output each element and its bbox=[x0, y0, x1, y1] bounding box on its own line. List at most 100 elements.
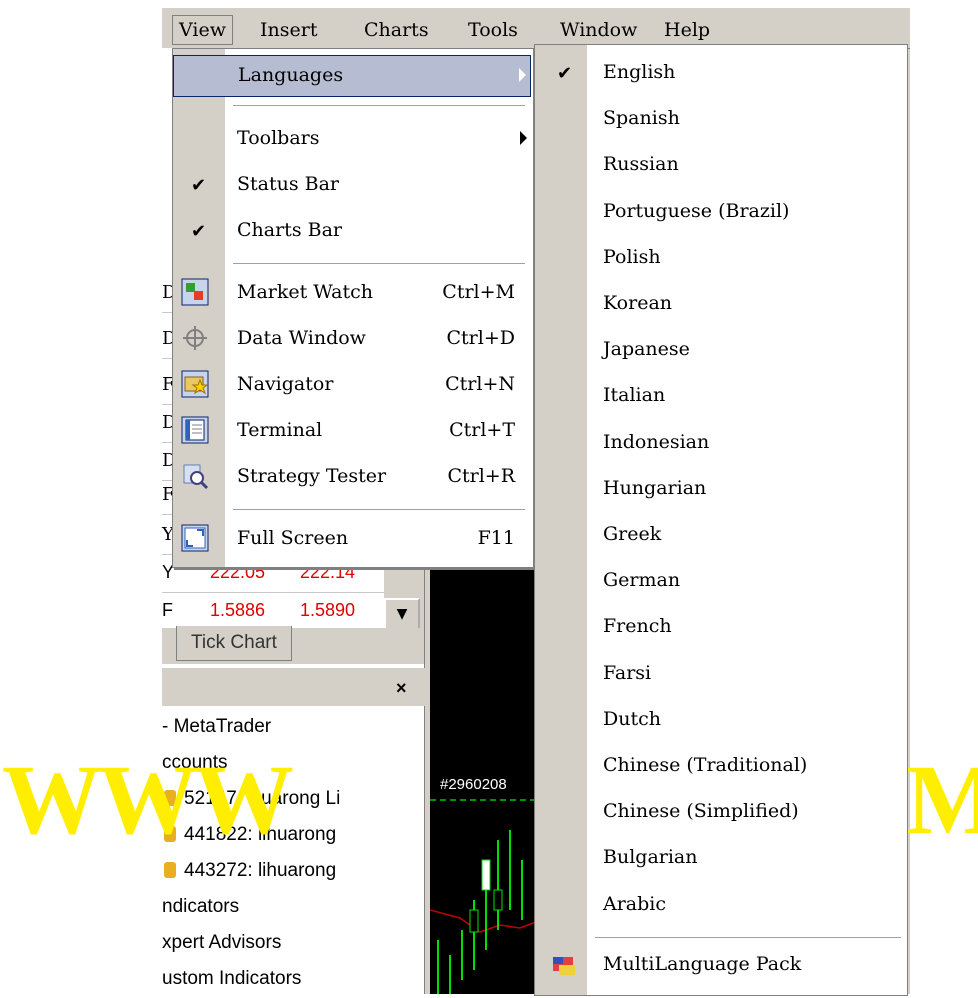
menu-item-terminal[interactable]: Terminal Ctrl+T bbox=[173, 411, 531, 451]
menu-item-language[interactable]: French bbox=[535, 609, 905, 649]
menu-separator bbox=[233, 263, 525, 265]
menu-item-language[interactable]: Arabic bbox=[535, 887, 905, 927]
menu-separator bbox=[233, 509, 525, 511]
menu-separator bbox=[595, 937, 901, 939]
menu-tools[interactable]: Tools bbox=[462, 16, 524, 44]
menu-item-label: Arabic bbox=[603, 892, 667, 915]
menu-item-label: Full Screen bbox=[237, 527, 349, 549]
menu-item-market-watch[interactable]: Market Watch Ctrl+M bbox=[173, 273, 531, 313]
menu-item-label: German bbox=[603, 569, 681, 592]
menu-item-shortcut: Ctrl+D bbox=[446, 327, 516, 349]
menu-item-languages[interactable]: Languages bbox=[173, 55, 531, 97]
menu-item-language[interactable]: ✔ English bbox=[535, 55, 905, 95]
menu-item-language[interactable]: Indonesian bbox=[535, 425, 905, 465]
crosshair-icon bbox=[183, 326, 207, 350]
menu-item-language[interactable]: Chinese (Traditional) bbox=[535, 748, 905, 788]
menu-item-language[interactable]: Chinese (Simplified) bbox=[535, 794, 905, 834]
menu-item-label: Korean bbox=[603, 292, 673, 314]
menu-item-multilanguage-pack[interactable]: MultiLanguage Pack bbox=[535, 947, 905, 987]
menu-item-label: Navigator bbox=[237, 373, 334, 395]
menu-item-label: Dutch bbox=[603, 707, 661, 730]
menu-item-label: Polish bbox=[603, 245, 661, 268]
menu-item-strategy-tester[interactable]: Strategy Tester Ctrl+R bbox=[173, 457, 531, 497]
menu-item-language[interactable]: Spanish bbox=[535, 101, 905, 141]
menu-help[interactable]: Help bbox=[658, 16, 716, 44]
menu-item-label: Strategy Tester bbox=[237, 465, 387, 487]
menu-item-shortcut: Ctrl+N bbox=[445, 373, 515, 395]
menu-item-label: MultiLanguage Pack bbox=[603, 953, 802, 975]
menu-item-status-bar[interactable]: ✔ Status Bar bbox=[173, 165, 531, 205]
menu-item-label: Chinese (Traditional) bbox=[603, 754, 808, 776]
navigator-root[interactable]: - MetaTrader bbox=[162, 716, 271, 738]
menu-item-language[interactable]: Russian bbox=[535, 147, 905, 187]
menu-item-label: Farsi bbox=[603, 661, 652, 684]
menu-item-label: Terminal bbox=[237, 419, 323, 441]
menu-item-language[interactable]: Korean bbox=[535, 286, 905, 326]
menu-item-shortcut: Ctrl+R bbox=[447, 465, 515, 487]
menu-item-label: French bbox=[603, 615, 672, 638]
menu-item-language[interactable]: Portuguese (Brazil) bbox=[535, 194, 905, 234]
tab-tick-chart[interactable]: Tick Chart bbox=[176, 626, 292, 661]
menu-item-label: Russian bbox=[603, 153, 679, 176]
menu-item-label: Japanese bbox=[603, 338, 690, 361]
menu-item-charts-bar[interactable]: ✔ Charts Bar bbox=[173, 211, 531, 251]
menu-insert[interactable]: Insert bbox=[254, 16, 323, 44]
menu-item-label: Bulgarian bbox=[603, 846, 698, 869]
navigator-custom-indicators[interactable]: ustom Indicators bbox=[162, 968, 301, 990]
menu-item-label: Portuguese (Brazil) bbox=[603, 199, 790, 222]
submenu-arrow-icon bbox=[520, 131, 527, 145]
close-icon[interactable]: × bbox=[396, 678, 416, 702]
menu-charts[interactable]: Charts bbox=[358, 16, 435, 44]
menu-item-language[interactable]: Dutch bbox=[535, 702, 905, 742]
menu-item-shortcut: F11 bbox=[477, 527, 515, 549]
fullscreen-icon bbox=[181, 524, 209, 552]
symbol: F bbox=[162, 600, 173, 620]
menu-item-full-screen[interactable]: Full Screen F11 bbox=[173, 519, 531, 559]
menu-item-label: Spanish bbox=[603, 107, 680, 130]
bid-price: 1.5886 bbox=[210, 600, 266, 620]
navigator-indicators[interactable]: ndicators bbox=[162, 896, 239, 918]
chart-order-label: #2960208 bbox=[440, 776, 507, 793]
menu-item-label: Market Watch bbox=[237, 281, 374, 303]
menu-item-language[interactable]: Farsi bbox=[535, 656, 905, 696]
checkmark-icon: ✔ bbox=[191, 175, 207, 196]
menu-item-label: Chinese (Simplified) bbox=[603, 800, 799, 823]
submenu-arrow-icon bbox=[519, 68, 526, 82]
menu-bar: View Insert Charts Tools Window Help bbox=[162, 8, 910, 49]
navigator-expert-advisors[interactable]: xpert Advisors bbox=[162, 932, 281, 954]
navigator-account[interactable]: 443272: lihuarong bbox=[164, 860, 336, 882]
navigator-header bbox=[162, 676, 424, 707]
menu-item-shortcut: Ctrl+T bbox=[449, 419, 515, 441]
menu-item-navigator[interactable]: Navigator Ctrl+N bbox=[173, 365, 531, 405]
watermark-right: M bbox=[906, 744, 978, 855]
menu-item-language[interactable]: Bulgarian bbox=[535, 840, 905, 880]
menu-item-language[interactable]: Hungarian bbox=[535, 471, 905, 511]
menu-item-language[interactable]: Japanese bbox=[535, 332, 905, 372]
market-watch-icon bbox=[181, 278, 209, 306]
menu-item-language[interactable]: Greek bbox=[535, 517, 905, 557]
menu-item-label: Italian bbox=[603, 384, 666, 407]
navigator-icon bbox=[181, 370, 209, 398]
menu-item-label: Languages bbox=[238, 64, 344, 86]
menu-item-label: English bbox=[603, 61, 676, 83]
menu-item-label: Status Bar bbox=[237, 173, 340, 195]
terminal-icon bbox=[181, 416, 209, 444]
view-menu: Languages Toolbars ✔ Status Bar ✔ Charts… bbox=[172, 48, 534, 568]
menu-item-label: Greek bbox=[603, 523, 662, 545]
menu-item-label: Hungarian bbox=[603, 476, 707, 499]
account-icon bbox=[164, 862, 176, 878]
account-label: 443272: lihuarong bbox=[184, 860, 337, 881]
scroll-down-button[interactable]: ▼ bbox=[384, 598, 420, 630]
menu-view[interactable]: View bbox=[172, 15, 233, 45]
menu-item-label: Charts Bar bbox=[237, 219, 342, 241]
ask-price: 1.5890 bbox=[300, 600, 356, 620]
menu-item-language[interactable]: German bbox=[535, 563, 905, 603]
menu-item-language[interactable]: Italian bbox=[535, 378, 905, 418]
menu-item-data-window[interactable]: Data Window Ctrl+D bbox=[173, 319, 531, 359]
menu-item-toolbars[interactable]: Toolbars bbox=[173, 119, 531, 159]
menu-window[interactable]: Window bbox=[554, 16, 643, 44]
menu-item-label: Data Window bbox=[237, 327, 366, 349]
menu-item-language[interactable]: Polish bbox=[535, 240, 905, 280]
checkmark-icon: ✔ bbox=[191, 221, 207, 242]
multilanguage-pack-icon bbox=[553, 957, 575, 975]
